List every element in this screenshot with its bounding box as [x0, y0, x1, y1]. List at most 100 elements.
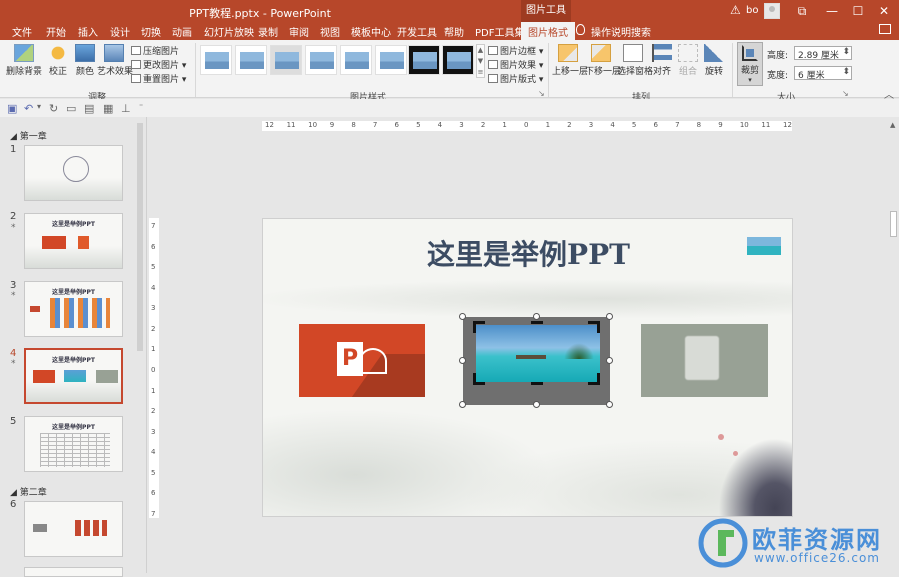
- slide-thumbnail-7[interactable]: [24, 567, 123, 577]
- bring-forward-button[interactable]: 上移一层: [552, 44, 588, 77]
- picture-style-4[interactable]: [305, 45, 337, 75]
- tab-file[interactable]: 文件: [12, 24, 32, 39]
- crop-handle-bl[interactable]: [473, 373, 485, 385]
- tab-record[interactable]: 录制: [258, 24, 278, 39]
- tab-developer[interactable]: 开发工具: [397, 24, 437, 39]
- crop-button[interactable]: 裁剪 ▾: [737, 42, 763, 86]
- slide-title[interactable]: 这里是举例PPT: [263, 233, 792, 273]
- tab-transitions[interactable]: 切换: [141, 24, 161, 39]
- crop-handle-br[interactable]: [588, 373, 600, 385]
- warning-icon[interactable]: ⚠: [730, 3, 741, 17]
- user-name[interactable]: bo: [746, 5, 758, 16]
- gray-logo-image[interactable]: [641, 324, 768, 397]
- scroll-up-icon[interactable]: ▲: [890, 121, 895, 129]
- align-objects-icon[interactable]: ⊥: [121, 102, 131, 115]
- color-button[interactable]: 颜色: [73, 44, 97, 77]
- redo-icon[interactable]: ↻: [49, 102, 58, 115]
- section-header-2[interactable]: ◢ 第二章: [10, 485, 47, 498]
- color-label: 颜色: [75, 67, 94, 77]
- picture-layout-button[interactable]: 图片版式 ▾: [488, 72, 543, 85]
- gallery-scroll[interactable]: ▲ ▼ ≡: [476, 44, 485, 78]
- size-dialog-launcher-icon[interactable]: ↘: [842, 89, 849, 98]
- picture-style-1[interactable]: [200, 45, 232, 75]
- resize-handle[interactable]: [533, 313, 540, 320]
- picture-border-button[interactable]: 图片边框 ▾: [488, 44, 543, 57]
- tab-animations[interactable]: 动画: [172, 24, 192, 39]
- tab-help[interactable]: 帮助: [444, 24, 464, 39]
- resize-handle[interactable]: [459, 401, 466, 408]
- resize-handle[interactable]: [606, 357, 613, 364]
- customize-qat-icon[interactable]: ⁼: [139, 102, 143, 111]
- crop-handle-tr[interactable]: [588, 321, 600, 333]
- resize-handle[interactable]: [533, 401, 540, 408]
- comments-icon[interactable]: [879, 24, 891, 34]
- remove-background-button[interactable]: 删除背景: [6, 44, 42, 77]
- scrollbar-thumb[interactable]: [137, 123, 143, 351]
- undo-icon[interactable]: ↶: [24, 102, 33, 115]
- scrollbar-thumb[interactable]: [890, 211, 897, 237]
- tab-view[interactable]: 视图: [320, 24, 340, 39]
- tab-insert[interactable]: 插入: [78, 24, 98, 39]
- slide-thumbnail-5[interactable]: 这里是举例PPT: [24, 416, 123, 472]
- picture-style-3[interactable]: [270, 45, 302, 75]
- resize-handle[interactable]: [606, 313, 613, 320]
- change-picture-button[interactable]: 更改图片 ▾: [131, 58, 186, 71]
- ribbon-display-options-button[interactable]: ⧉: [787, 0, 817, 22]
- powerpoint-logo-image[interactable]: P: [299, 324, 425, 397]
- selected-picture-crop[interactable]: [459, 313, 613, 408]
- thumbnail-scrollbar[interactable]: [136, 123, 144, 563]
- artistic-effects-button[interactable]: 艺术效果: [97, 44, 133, 77]
- ruler-tick-label: 10: [739, 121, 749, 129]
- picture-style-6[interactable]: [375, 45, 407, 75]
- rotate-button[interactable]: 旋转: [704, 44, 724, 77]
- from-beginning-icon[interactable]: ▭: [66, 102, 76, 115]
- picture-icon[interactable]: ▤: [84, 102, 94, 115]
- tab-picture-format[interactable]: 图片格式: [521, 22, 575, 40]
- slide-star: *: [11, 291, 16, 301]
- group-separator: [548, 43, 549, 97]
- group-objects-button[interactable]: 组合: [678, 44, 698, 77]
- avatar[interactable]: [764, 3, 780, 19]
- height-input[interactable]: 2.89 厘米: [794, 46, 852, 61]
- slide-canvas[interactable]: 这里是举例PPT P: [262, 218, 793, 517]
- resize-handle[interactable]: [606, 401, 613, 408]
- picture-effects-button[interactable]: 图片效果 ▾: [488, 58, 543, 71]
- undo-dropdown-icon[interactable]: ▾: [37, 102, 41, 111]
- tab-review[interactable]: 审阅: [289, 24, 309, 39]
- section-header-1[interactable]: ◢ 第一章: [10, 129, 47, 142]
- width-input[interactable]: 6 厘米: [794, 66, 852, 81]
- corrections-button[interactable]: 校正: [46, 44, 70, 77]
- resize-handle[interactable]: [459, 357, 466, 364]
- slide-thumbnail-3[interactable]: 这里是举例PPT: [24, 281, 123, 337]
- tell-me-search[interactable]: 操作说明搜索: [591, 24, 651, 39]
- send-backward-button[interactable]: 下移一层: [585, 44, 621, 77]
- save-icon[interactable]: ▣: [7, 102, 17, 115]
- selection-pane-button[interactable]: 选择窗格: [617, 44, 653, 77]
- editor-scrollbar[interactable]: ▲: [888, 119, 899, 573]
- corner-picture[interactable]: [747, 237, 781, 255]
- close-button[interactable]: ✕: [869, 0, 899, 22]
- reset-picture-button[interactable]: 重置图片 ▾: [131, 72, 186, 85]
- compress-pictures-button[interactable]: 压缩图片: [131, 44, 179, 57]
- shape-icon[interactable]: ▦: [103, 102, 113, 115]
- crop-handle-b[interactable]: [531, 382, 543, 385]
- tab-template-center[interactable]: 模板中心: [351, 24, 391, 39]
- tab-pdf-tools[interactable]: PDF工具集: [475, 24, 524, 39]
- picture-style-2[interactable]: [235, 45, 267, 75]
- corrections-label: 校正: [48, 67, 67, 77]
- tab-home[interactable]: 开始: [46, 24, 66, 39]
- slide-thumbnail-1[interactable]: [24, 145, 123, 201]
- slide-thumbnail-6[interactable]: [24, 501, 123, 557]
- picture-style-7[interactable]: [408, 45, 440, 75]
- align-button[interactable]: 对齐: [652, 44, 672, 77]
- tab-slideshow[interactable]: 幻灯片放映: [204, 24, 254, 39]
- crop-handle-tl[interactable]: [473, 321, 485, 333]
- resize-handle[interactable]: [459, 313, 466, 320]
- picture-style-8[interactable]: [442, 45, 474, 75]
- picture-style-5[interactable]: [340, 45, 372, 75]
- slide-thumbnail-2[interactable]: 这里是举例PPT: [24, 213, 123, 269]
- dialog-launcher-icon[interactable]: ↘: [538, 89, 545, 98]
- slide-thumbnail-4[interactable]: 这里是举例PPT: [24, 348, 123, 404]
- tab-design[interactable]: 设计: [110, 24, 130, 39]
- crop-handle-t[interactable]: [531, 321, 543, 324]
